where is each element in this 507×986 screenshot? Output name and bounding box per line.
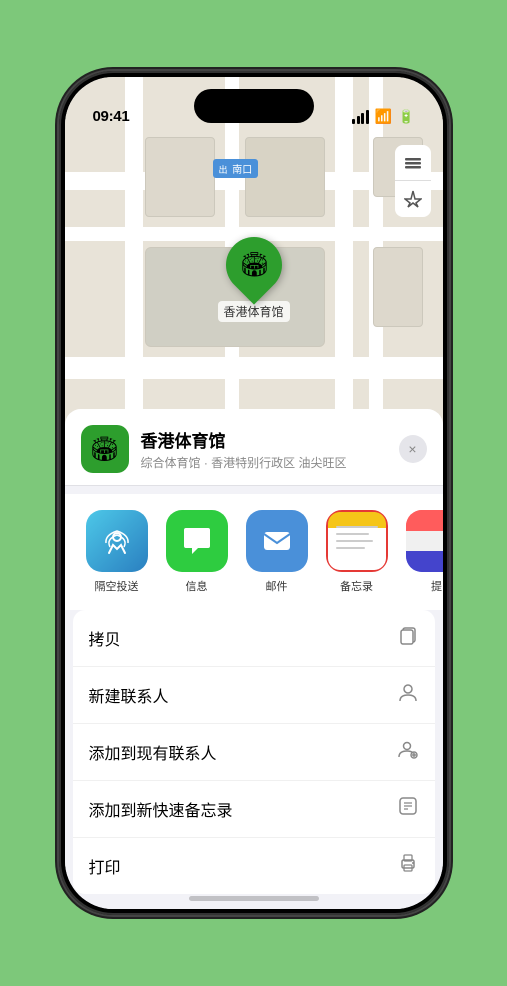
new-contact-icon bbox=[397, 681, 419, 709]
mail-icon-wrap bbox=[246, 510, 308, 572]
action-list: 拷贝 新建联系人 bbox=[73, 610, 435, 894]
more-icon-wrap bbox=[406, 510, 443, 572]
share-message[interactable]: 信息 bbox=[157, 510, 237, 594]
location-button[interactable] bbox=[395, 181, 431, 217]
map-label: 出 南口 bbox=[213, 159, 259, 178]
share-actions-row: 隔空投送 信息 bbox=[65, 494, 443, 610]
share-notes[interactable]: 备忘录 bbox=[317, 510, 397, 594]
quick-note-label: 添加到新快速备忘录 bbox=[89, 797, 233, 821]
marker-icon-circle: 🏟 bbox=[214, 225, 293, 304]
quick-note-icon bbox=[397, 795, 419, 823]
battery-icon: 🔋 bbox=[398, 109, 414, 125]
stadium-marker[interactable]: 🏟 香港体育馆 bbox=[217, 237, 289, 322]
venue-info: 香港体育馆 综合体育馆 · 香港特别行政区 油尖旺区 bbox=[141, 427, 387, 471]
action-print[interactable]: 打印 bbox=[73, 838, 435, 894]
airdrop-icon-wrap bbox=[86, 510, 148, 572]
venue-desc: 综合体育馆 · 香港特别行政区 油尖旺区 bbox=[141, 454, 387, 471]
more-label: 提 bbox=[431, 578, 442, 594]
airdrop-label: 隔空投送 bbox=[95, 578, 139, 594]
action-copy-label: 拷贝 bbox=[89, 626, 121, 650]
venue-name: 香港体育馆 bbox=[141, 427, 387, 452]
add-contact-label: 添加到现有联系人 bbox=[89, 740, 217, 764]
venue-icon: 🏟 bbox=[81, 425, 129, 473]
share-mail[interactable]: 邮件 bbox=[237, 510, 317, 594]
copy-icon bbox=[397, 624, 419, 652]
map-layers-button[interactable] bbox=[395, 145, 431, 181]
share-more[interactable]: 提 bbox=[397, 510, 443, 594]
map-controls bbox=[395, 145, 431, 217]
status-time: 09:41 bbox=[93, 108, 130, 125]
notes-label: 备忘录 bbox=[340, 578, 373, 594]
message-label: 信息 bbox=[186, 578, 208, 594]
dynamic-island bbox=[194, 89, 314, 123]
status-icons: 📶 🔋 bbox=[352, 108, 414, 125]
action-quick-note[interactable]: 添加到新快速备忘录 bbox=[73, 781, 435, 838]
action-new-contact[interactable]: 新建联系人 bbox=[73, 667, 435, 724]
message-icon-wrap bbox=[166, 510, 228, 572]
print-icon bbox=[397, 852, 419, 880]
action-add-contact[interactable]: 添加到现有联系人 bbox=[73, 724, 435, 781]
phone-screen: 09:41 📶 🔋 bbox=[65, 77, 443, 909]
notes-inner bbox=[328, 512, 386, 570]
stadium-icon: 🏟 bbox=[238, 251, 268, 280]
notes-icon-wrap bbox=[326, 510, 388, 572]
bottom-sheet: 🏟 香港体育馆 综合体育馆 · 香港特别行政区 油尖旺区 × bbox=[65, 409, 443, 909]
wifi-icon: 📶 bbox=[375, 108, 392, 125]
new-contact-label: 新建联系人 bbox=[89, 683, 169, 707]
home-indicator bbox=[189, 896, 319, 901]
share-airdrop[interactable]: 隔空投送 bbox=[77, 510, 157, 594]
action-copy[interactable]: 拷贝 bbox=[73, 610, 435, 667]
sheet-header: 🏟 香港体育馆 综合体育馆 · 香港特别行政区 油尖旺区 × bbox=[65, 409, 443, 486]
close-button[interactable]: × bbox=[399, 435, 427, 463]
mail-label: 邮件 bbox=[266, 578, 288, 594]
add-contact-icon bbox=[397, 738, 419, 766]
print-label: 打印 bbox=[89, 854, 121, 878]
signal-icon bbox=[352, 110, 369, 124]
phone-frame: 09:41 📶 🔋 bbox=[59, 71, 449, 915]
